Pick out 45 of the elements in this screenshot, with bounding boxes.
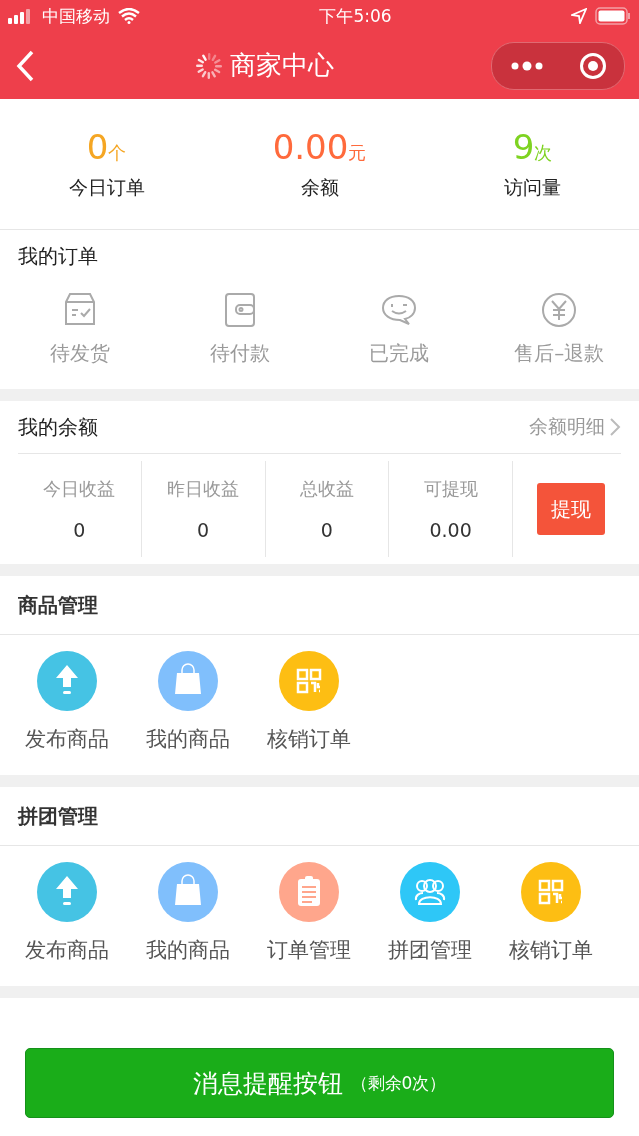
stat-value: 0.00元: [272, 127, 367, 167]
shopping-bag-icon[interactable]: [157, 651, 218, 711]
tool-label[interactable]: 订单管理: [266, 936, 351, 964]
battery-icon: [595, 7, 631, 25]
chevron-right-icon: [609, 417, 621, 437]
page-title: 商家中心: [229, 49, 334, 82]
loading-spinner-icon: [193, 50, 224, 81]
balance-value: 0: [320, 519, 333, 541]
back-icon[interactable]: [14, 48, 36, 83]
stat-label: 今日订单: [68, 175, 145, 200]
section-title: 我的订单: [18, 242, 98, 270]
balance-label: 昨日收益: [167, 477, 240, 501]
wifi-icon: [118, 8, 140, 24]
stat-label: 余额: [300, 175, 339, 200]
shopping-bag-icon[interactable]: [157, 862, 218, 922]
stat-value: 9次: [512, 127, 553, 167]
section-title: 我的余额: [18, 413, 98, 441]
section-title: 拼团管理: [18, 802, 98, 830]
tool-label[interactable]: 核销订单: [508, 936, 593, 964]
carrier-name: 中国移动: [42, 4, 110, 28]
tool-label[interactable]: 核销订单: [266, 725, 351, 753]
more-icon[interactable]: [509, 60, 544, 71]
balance-value: 0: [197, 519, 210, 541]
qr-code-icon[interactable]: [278, 651, 339, 711]
balance-label: 今日收益: [43, 477, 116, 501]
clipboard-icon[interactable]: [278, 862, 339, 922]
balance-value: 0.00: [429, 519, 472, 541]
tool-label[interactable]: 我的商品: [145, 725, 230, 753]
tool-label[interactable]: 发布商品: [24, 725, 109, 753]
close-target-icon[interactable]: [578, 51, 607, 80]
stat-label: 访问量: [504, 175, 561, 200]
location-arrow-icon: [571, 8, 587, 24]
section-title: 商品管理: [18, 591, 98, 619]
tool-label[interactable]: 拼团管理: [387, 936, 472, 964]
balance-value: 0: [73, 519, 86, 541]
balance-label: 总收益: [299, 477, 354, 501]
tool-label[interactable]: 发布商品: [24, 936, 109, 964]
status-time: 下午5:06: [319, 4, 392, 28]
upload-icon[interactable]: [36, 862, 97, 922]
people-icon[interactable]: [399, 862, 460, 922]
upload-icon[interactable]: [36, 651, 97, 711]
balance-label: 可提现: [423, 477, 478, 501]
tool-label[interactable]: 我的商品: [145, 936, 230, 964]
qr-code-icon[interactable]: [520, 862, 581, 922]
stat-value: 0个: [86, 127, 127, 167]
